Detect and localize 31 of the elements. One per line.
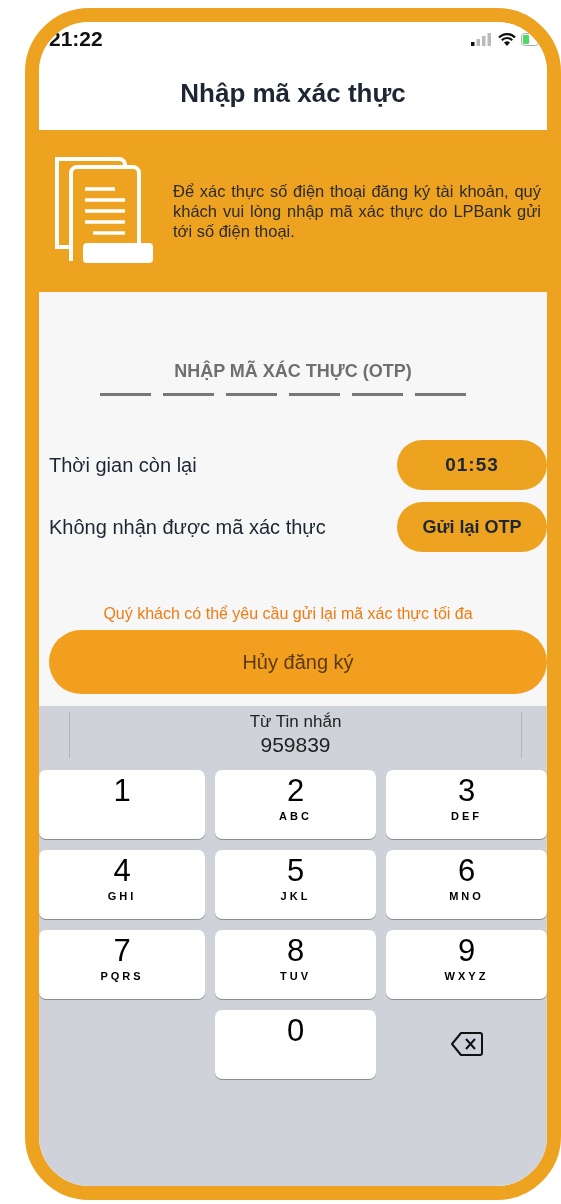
row-label: Không nhận được mã xác thực bbox=[49, 515, 326, 540]
wifi-icon bbox=[497, 31, 517, 47]
otp-label: NHẬP MÃ XÁC THỰC (OTP) bbox=[173, 359, 413, 383]
otp-digit-field[interactable] bbox=[163, 393, 214, 396]
otp-digit-field[interactable] bbox=[352, 393, 403, 396]
screen-title: Nhập mã xác thực bbox=[39, 56, 547, 130]
notice-text: Quý khách có thể yêu cầu gửi lại mã xác thực tối đa bbox=[102, 604, 474, 624]
suggested-code[interactable]: 959839 bbox=[260, 732, 331, 758]
keypad-key[interactable]: 6 MNO bbox=[386, 849, 547, 919]
banner-text: Để xác thực số điện thoại đăng ký tài khoản, quý khách vui lòng nhập mã xác thực do LPBank gửi tới số điện thoại. bbox=[173, 180, 541, 242]
backspace-icon[interactable] bbox=[449, 1031, 484, 1058]
resend-otp-button[interactable]: Gửi lại OTP bbox=[397, 502, 547, 552]
keypad-key[interactable]: 3 DEF bbox=[386, 769, 547, 839]
otp-digit-field[interactable] bbox=[415, 393, 466, 396]
keypad-key[interactable]: 2 ABC bbox=[215, 769, 376, 839]
suggestion-source: Từ Tin nhắn bbox=[249, 712, 342, 733]
cancel-registration-button[interactable]: Hủy đăng ký bbox=[49, 630, 547, 694]
keypad-key[interactable]: 8 TUV bbox=[215, 929, 376, 999]
otp-digit-field[interactable] bbox=[100, 393, 151, 396]
battery-icon bbox=[521, 32, 539, 46]
keypad-key[interactable]: 0 bbox=[215, 1009, 376, 1079]
keypad-key[interactable]: 9 WXYZ bbox=[386, 929, 547, 999]
keypad-key[interactable]: 4 GHI bbox=[39, 849, 205, 919]
keypad-key[interactable]: 5 JKL bbox=[215, 849, 376, 919]
signal-icon bbox=[471, 32, 493, 46]
countdown-timer: 01:53 bbox=[397, 440, 547, 490]
otp-digit-field[interactable] bbox=[289, 393, 340, 396]
otp-digit-field[interactable] bbox=[226, 393, 277, 396]
row-label: Thời gian còn lại bbox=[49, 453, 197, 478]
keypad-key[interactable]: 1 bbox=[39, 769, 205, 839]
keypad-key[interactable]: 7 PQRS bbox=[39, 929, 205, 999]
